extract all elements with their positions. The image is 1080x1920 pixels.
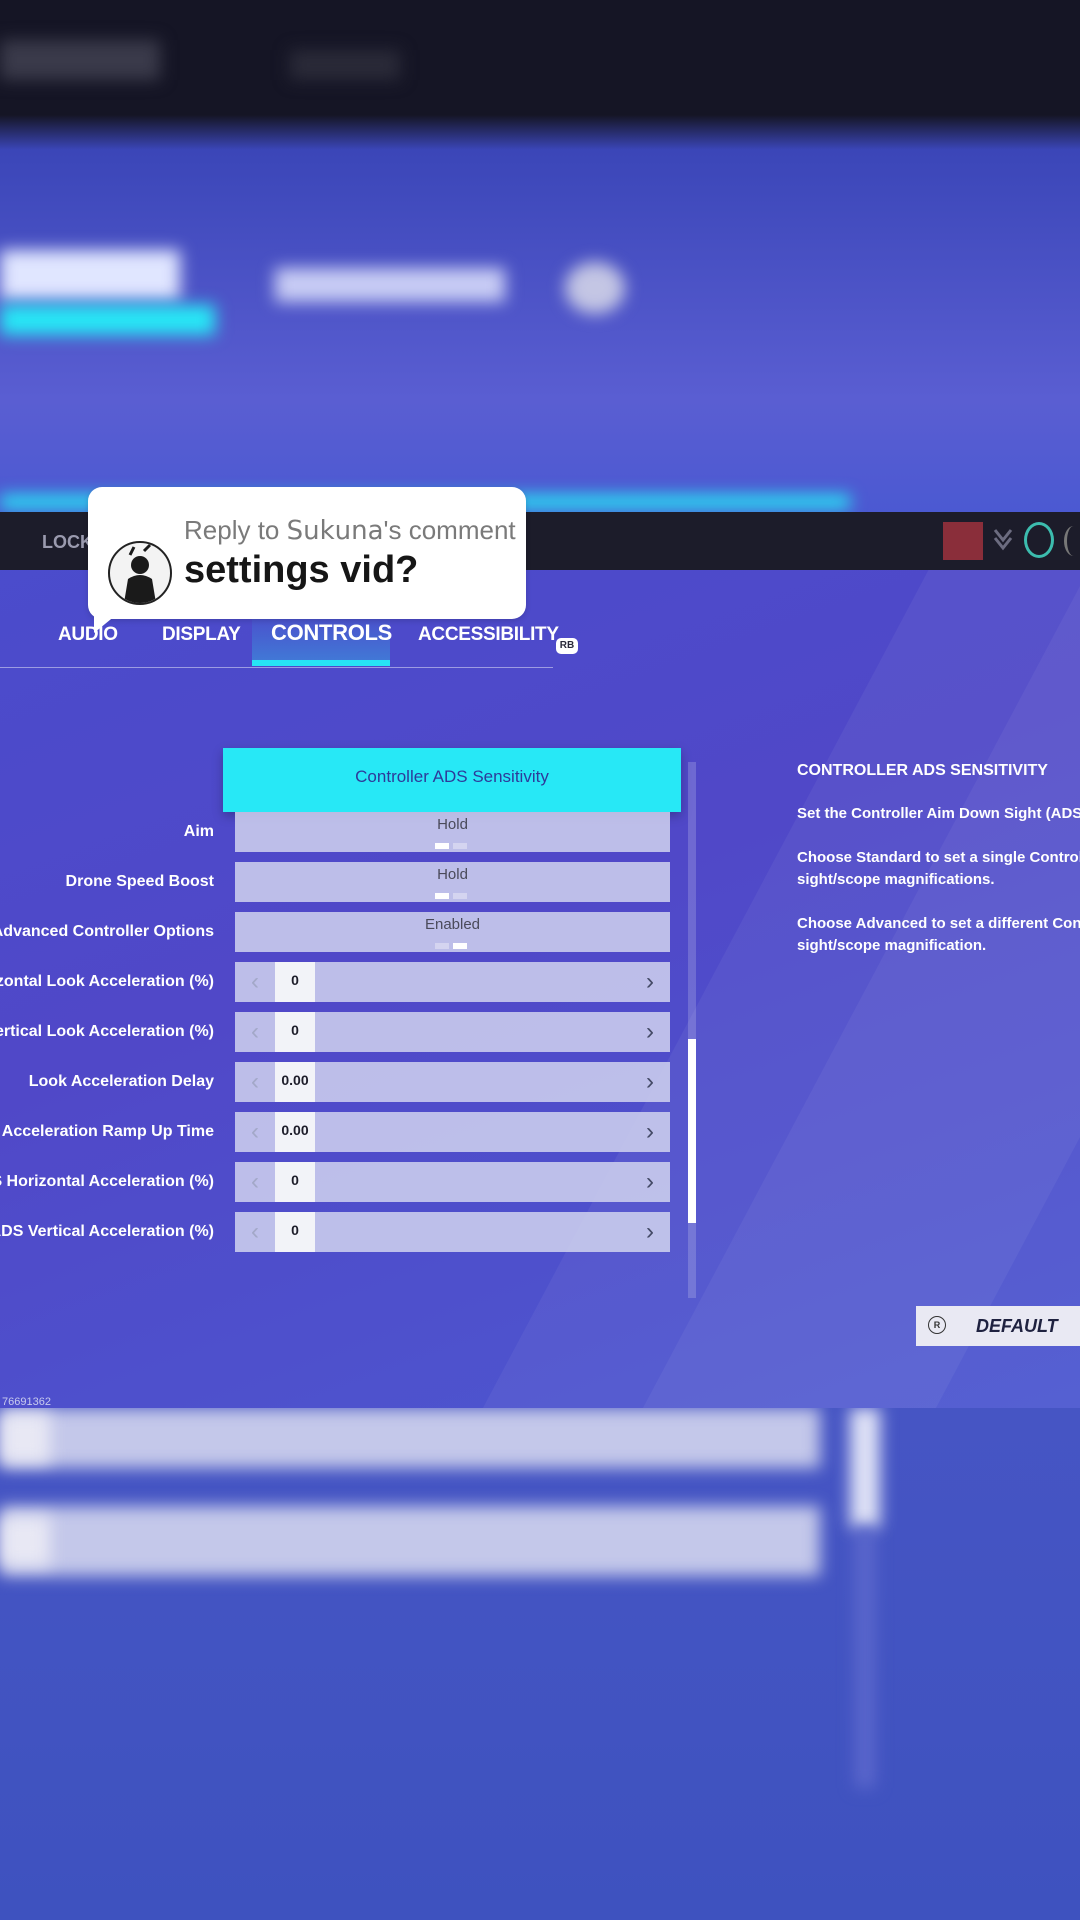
blurred-scrollbar-shape	[850, 1408, 880, 1528]
blurred-scrollbar-track	[855, 1528, 875, 1788]
tab-accessibility[interactable]: ACCESSIBILITY	[418, 624, 559, 646]
stepper-control[interactable]: ‹ 0.00 ›	[235, 1112, 670, 1152]
setting-row-ads-horizontal-acceleration[interactable]: ADS Horizontal Acceleration (%) ‹ 0 ›	[0, 1162, 680, 1202]
description-text: Choose Advanced to set a different Contr…	[797, 915, 1080, 932]
selected-setting-header[interactable]: Controller ADS Sensitivity	[223, 748, 681, 812]
chevron-left-icon[interactable]: ‹	[235, 1112, 275, 1152]
right-stick-icon: R	[928, 1316, 946, 1334]
build-id: 76691362	[2, 1396, 51, 1408]
setting-label: ADS Horizontal Acceleration (%)	[0, 1173, 214, 1190]
toggle-indicator-active	[435, 893, 449, 899]
tab-divider	[0, 667, 553, 668]
chevron-left-icon[interactable]: ‹	[235, 1212, 275, 1252]
chevron-right-icon[interactable]: ›	[630, 1062, 670, 1102]
stepper-control[interactable]: ‹ 0 ›	[235, 1162, 670, 1202]
chevron-right-icon[interactable]: ›	[630, 1112, 670, 1152]
avatar	[108, 541, 172, 605]
blurred-tab-underline	[0, 305, 215, 335]
stepper-value: 0.00	[275, 1112, 315, 1152]
blurred-logo-shape	[0, 40, 160, 80]
toggle-value: Hold	[437, 866, 468, 883]
description-text: sight/scope magnifications.	[797, 871, 995, 888]
flag-icon	[943, 522, 983, 560]
setting-label: Horizontal Look Acceleration (%)	[0, 973, 214, 990]
rank-chevron-icon	[993, 526, 1013, 554]
setting-label: ADS Vertical Acceleration (%)	[0, 1223, 214, 1240]
settings-screen: LOCKE AUDIO DISPLAY CONTROLS ACCESSIBILI…	[0, 512, 1080, 1408]
rb-button-icon: RB	[556, 638, 578, 654]
setting-label: Aim	[183, 823, 214, 840]
setting-label: Look Acceleration Delay	[28, 1073, 214, 1090]
toggle-indicator-inactive	[435, 943, 449, 949]
scrollbar-thumb[interactable]	[688, 1039, 696, 1223]
blurred-bottom-background	[0, 1408, 1080, 1920]
toggle-value: Hold	[437, 816, 468, 833]
stepper-value: 0.00	[275, 1062, 315, 1102]
stepper-value: 0	[275, 1162, 315, 1202]
default-button-label: DEFAULT	[976, 1316, 1058, 1336]
toggle-control[interactable]: Enabled	[235, 912, 670, 952]
stepper-control[interactable]: ‹ 0 ›	[235, 1212, 670, 1252]
stepper-value: 0	[275, 962, 315, 1002]
chevron-left-icon[interactable]: ‹	[235, 1062, 275, 1102]
chevron-right-icon[interactable]: ›	[630, 1212, 670, 1252]
chevron-right-icon[interactable]: ›	[630, 962, 670, 1002]
stepper-control[interactable]: ‹ 0.00 ›	[235, 1062, 670, 1102]
setting-row-advanced-controller-options[interactable]: Advanced Controller Options Enabled	[0, 912, 680, 952]
chevron-right-icon[interactable]: ›	[630, 1162, 670, 1202]
toggle-indicator-inactive	[453, 893, 467, 899]
setting-label: Drone Speed Boost	[65, 873, 214, 890]
stepper-control[interactable]: ‹ 0 ›	[235, 1012, 670, 1052]
setting-row-ads-vertical-acceleration[interactable]: ADS Vertical Acceleration (%) ‹ 0 ›	[0, 1212, 680, 1252]
setting-label: Vertical Look Acceleration (%)	[0, 1023, 214, 1040]
reply-header: Reply to 𝖲𝗎𝗄𝗎𝗇𝖺's comment	[184, 515, 516, 545]
settings-tabs: AUDIO DISPLAY CONTROLS ACCESSIBILITY	[0, 610, 580, 680]
reply-text: settings vid?	[184, 549, 419, 591]
setting-label: Look Acceleration Ramp Up Time	[0, 1123, 214, 1140]
clan-emblem-icon	[1024, 522, 1054, 558]
default-button[interactable]: R DEFAULT	[916, 1306, 1080, 1346]
blurred-value-shape	[0, 1516, 50, 1566]
toggle-control[interactable]: Hold	[235, 812, 670, 852]
reply-comment-sticker[interactable]: Reply to 𝖲𝗎𝗄𝗎𝗇𝖺's comment settings vid?	[88, 487, 526, 633]
laurel-icon	[1064, 526, 1080, 556]
stepper-value: 0	[275, 1012, 315, 1052]
description-text: Set the Controller Aim Down Sight (ADS) …	[797, 805, 1080, 822]
tab-controls[interactable]: CONTROLS	[271, 620, 392, 646]
toggle-indicator-active	[435, 843, 449, 849]
blurred-value-shape	[0, 1413, 50, 1463]
setting-label: Advanced Controller Options	[0, 923, 214, 940]
blurred-row-shape	[0, 1506, 820, 1576]
blurred-tab-shape-2	[275, 268, 505, 302]
chevron-left-icon[interactable]: ‹	[235, 1162, 275, 1202]
setting-row-look-acceleration-delay[interactable]: Look Acceleration Delay ‹ 0.00 ›	[0, 1062, 680, 1102]
stepper-control[interactable]: ‹ 0 ›	[235, 962, 670, 1002]
toggle-indicator-inactive	[453, 843, 467, 849]
blurred-top-background	[0, 0, 1080, 512]
description-title: CONTROLLER ADS SENSITIVITY	[797, 762, 1048, 779]
toggle-indicator-active	[453, 943, 467, 949]
stepper-value: 0	[275, 1212, 315, 1252]
chevron-left-icon[interactable]: ‹	[235, 1012, 275, 1052]
blurred-logo-shape-2	[290, 50, 400, 80]
setting-row-vertical-look-acceleration[interactable]: Vertical Look Acceleration (%) ‹ 0 ›	[0, 1012, 680, 1052]
chevron-left-icon[interactable]: ‹	[235, 962, 275, 1002]
blurred-badge-shape	[565, 262, 625, 314]
blurred-row-shape	[0, 1408, 820, 1468]
description-text: sight/scope magnification.	[797, 937, 987, 954]
setting-row-drone-speed-boost[interactable]: Drone Speed Boost Hold	[0, 862, 680, 902]
chevron-right-icon[interactable]: ›	[630, 1012, 670, 1052]
description-text: Choose Standard to set a single Controll…	[797, 849, 1080, 866]
setting-row-aim[interactable]: Aim Hold	[0, 812, 680, 852]
setting-row-look-acceleration-ramp-up-time[interactable]: Look Acceleration Ramp Up Time ‹ 0.00 ›	[0, 1112, 680, 1152]
toggle-value: Enabled	[424, 916, 481, 933]
tab-display[interactable]: DISPLAY	[162, 624, 241, 646]
blurred-tab-shape	[0, 250, 180, 300]
setting-row-horizontal-look-acceleration[interactable]: Horizontal Look Acceleration (%) ‹ 0 ›	[0, 962, 680, 1002]
toggle-control[interactable]: Hold	[235, 862, 670, 902]
